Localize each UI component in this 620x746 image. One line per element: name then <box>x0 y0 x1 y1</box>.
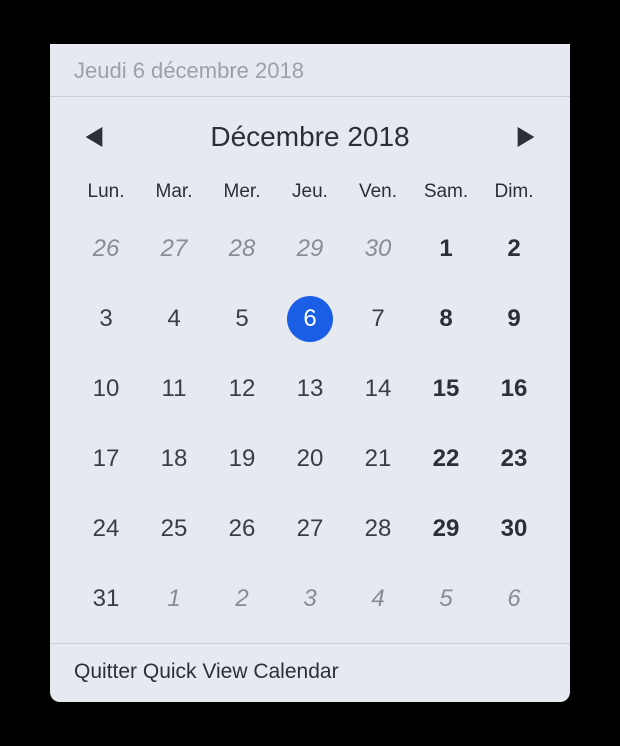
day-cell[interactable]: 14 <box>344 365 412 413</box>
days-grid: 2627282930123456789101112131415161718192… <box>72 225 548 623</box>
day-cell[interactable]: 1 <box>140 575 208 623</box>
day-cell[interactable]: 10 <box>72 365 140 413</box>
day-cell[interactable]: 1 <box>412 225 480 273</box>
current-date-label: Jeudi 6 décembre 2018 <box>74 58 546 84</box>
day-cell[interactable]: 22 <box>412 435 480 483</box>
weekday-header: Jeu. <box>276 175 344 209</box>
day-cell[interactable]: 29 <box>276 225 344 273</box>
footer: Quitter Quick View Calendar <box>50 643 570 702</box>
day-cell[interactable]: 13 <box>276 365 344 413</box>
day-cell[interactable]: 23 <box>480 435 548 483</box>
weekday-header: Mar. <box>140 175 208 209</box>
calendar-panel: Jeudi 6 décembre 2018 Décembre 2018 Lun.… <box>50 44 570 702</box>
day-cell[interactable]: 24 <box>72 505 140 553</box>
day-cell[interactable]: 8 <box>412 295 480 343</box>
day-cell[interactable]: 31 <box>72 575 140 623</box>
chevron-left-icon <box>85 127 103 147</box>
day-cell[interactable]: 15 <box>412 365 480 413</box>
prev-month-button[interactable] <box>82 125 106 149</box>
day-cell[interactable]: 12 <box>208 365 276 413</box>
day-cell[interactable]: 17 <box>72 435 140 483</box>
day-cell[interactable]: 30 <box>344 225 412 273</box>
day-cell[interactable]: 30 <box>480 505 548 553</box>
chevron-right-icon <box>517 127 535 147</box>
weekday-header: Ven. <box>344 175 412 209</box>
day-cell[interactable]: 4 <box>140 295 208 343</box>
day-cell[interactable]: 19 <box>208 435 276 483</box>
day-cell[interactable]: 27 <box>276 505 344 553</box>
day-cell[interactable]: 28 <box>208 225 276 273</box>
weekday-header: Dim. <box>480 175 548 209</box>
month-year-label: Décembre 2018 <box>210 121 409 153</box>
day-cell[interactable]: 21 <box>344 435 412 483</box>
day-cell[interactable]: 3 <box>72 295 140 343</box>
day-cell[interactable]: 3 <box>276 575 344 623</box>
quit-button[interactable]: Quitter Quick View Calendar <box>74 660 546 684</box>
day-cell-today[interactable]: 6 <box>276 295 344 343</box>
day-cell[interactable]: 9 <box>480 295 548 343</box>
weekday-header-row: Lun.Mar.Mer.Jeu.Ven.Sam.Dim. <box>72 175 548 209</box>
next-month-button[interactable] <box>514 125 538 149</box>
weekday-header: Sam. <box>412 175 480 209</box>
day-cell[interactable]: 7 <box>344 295 412 343</box>
day-cell[interactable]: 11 <box>140 365 208 413</box>
day-cell[interactable]: 26 <box>72 225 140 273</box>
day-cell[interactable]: 5 <box>208 295 276 343</box>
calendar-grid: Lun.Mar.Mer.Jeu.Ven.Sam.Dim. 26272829301… <box>50 165 570 643</box>
day-cell[interactable]: 29 <box>412 505 480 553</box>
day-cell[interactable]: 16 <box>480 365 548 413</box>
header: Jeudi 6 décembre 2018 <box>50 44 570 97</box>
day-cell[interactable]: 26 <box>208 505 276 553</box>
day-cell[interactable]: 5 <box>412 575 480 623</box>
month-navigation: Décembre 2018 <box>50 97 570 165</box>
day-cell[interactable]: 28 <box>344 505 412 553</box>
day-cell[interactable]: 6 <box>480 575 548 623</box>
day-cell[interactable]: 4 <box>344 575 412 623</box>
day-cell[interactable]: 27 <box>140 225 208 273</box>
day-cell[interactable]: 20 <box>276 435 344 483</box>
day-cell[interactable]: 2 <box>208 575 276 623</box>
day-cell[interactable]: 2 <box>480 225 548 273</box>
weekday-header: Mer. <box>208 175 276 209</box>
day-cell[interactable]: 18 <box>140 435 208 483</box>
day-cell[interactable]: 25 <box>140 505 208 553</box>
weekday-header: Lun. <box>72 175 140 209</box>
